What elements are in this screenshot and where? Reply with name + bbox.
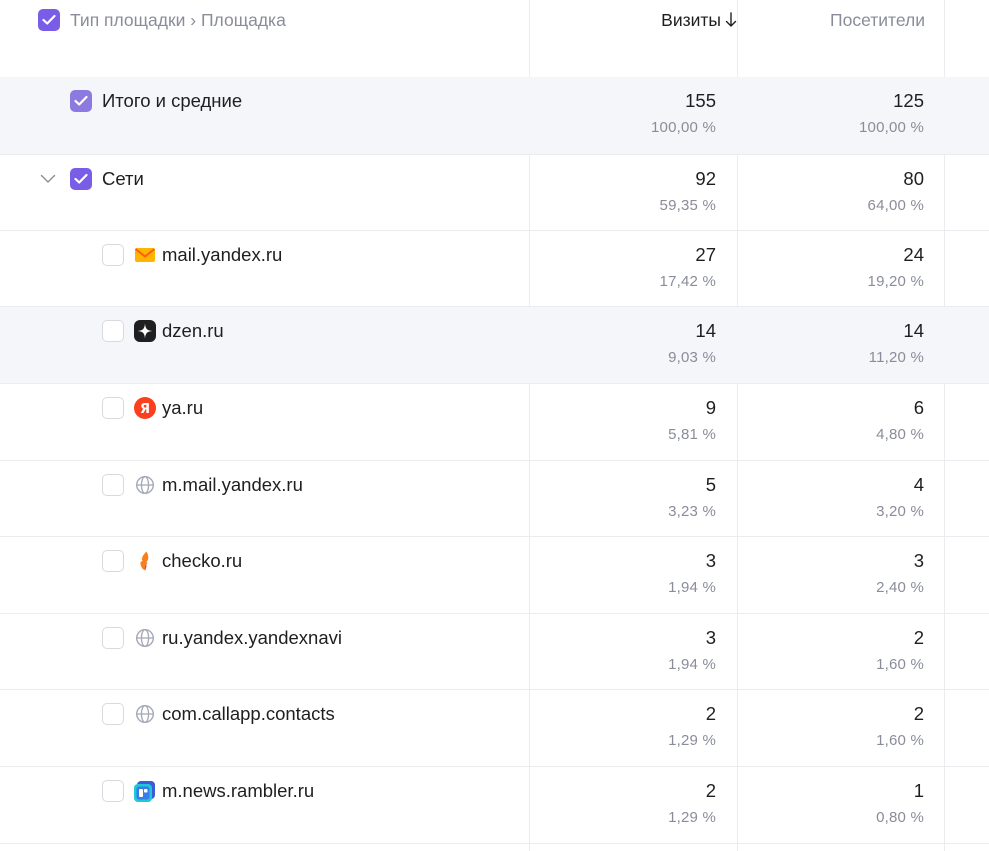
row-visits-pct: 9,03 % bbox=[668, 349, 716, 366]
total-row: Итого и средние 155 100,00 % 125 100,00 … bbox=[0, 77, 989, 155]
row-visits: 3 bbox=[705, 550, 716, 571]
select-all-checkbox[interactable] bbox=[38, 9, 60, 31]
mail-envelope-icon bbox=[134, 244, 156, 266]
row-visitors: 1 bbox=[913, 780, 924, 801]
row-visitors: 6 bbox=[913, 397, 924, 418]
row-visits: 2 bbox=[705, 780, 716, 801]
total-visits-pct: 100,00 % bbox=[651, 119, 716, 136]
row-visitors: 24 bbox=[903, 244, 924, 265]
row-visits: 2 bbox=[705, 703, 716, 724]
row-visits-pct: 1,94 % bbox=[668, 656, 716, 673]
row-visitors: 2 bbox=[913, 703, 924, 724]
total-checkbox[interactable] bbox=[70, 90, 92, 112]
row-checkbox[interactable] bbox=[102, 474, 124, 496]
row-visitors-pct: 0,80 % bbox=[876, 809, 924, 826]
total-visitors: 125 bbox=[893, 90, 924, 111]
row-visitors-pct: 11,20 % bbox=[868, 349, 924, 366]
globe-icon bbox=[134, 474, 156, 496]
rambler-news-icon bbox=[134, 780, 156, 802]
site-label[interactable]: ru.yandex.yandexnavi bbox=[162, 626, 342, 650]
row-visitors: 2 bbox=[913, 627, 924, 648]
row-checkbox[interactable] bbox=[102, 550, 124, 572]
check-icon bbox=[74, 173, 88, 184]
row-checkbox[interactable] bbox=[102, 780, 124, 802]
group-visitors-pct: 64,00 % bbox=[867, 197, 924, 214]
table-row: m.news.rambler.ru 2 1,29 % 1 0,80 % bbox=[0, 767, 989, 844]
row-visitors-pct: 1,60 % bbox=[876, 656, 924, 673]
checko-flame-icon bbox=[134, 550, 156, 572]
row-visits-pct: 5,81 % bbox=[668, 426, 716, 443]
table-row: com.callapp.contacts 2 1,29 % 2 1,60 % bbox=[0, 690, 989, 767]
row-checkbox[interactable] bbox=[102, 397, 124, 419]
total-visits: 155 bbox=[685, 90, 716, 111]
group-visits: 92 bbox=[695, 168, 716, 189]
site-label[interactable]: mail.yandex.ru bbox=[162, 243, 282, 267]
row-visitors: 14 bbox=[903, 320, 924, 341]
row-visits-pct: 1,94 % bbox=[668, 579, 716, 596]
site-label[interactable]: dzen.ru bbox=[162, 319, 224, 343]
row-visitors-pct: 2,40 % bbox=[876, 579, 924, 596]
table-header: Тип площадки › Площадка Визиты Посетител… bbox=[0, 0, 989, 76]
svg-text:Я: Я bbox=[140, 402, 150, 417]
table-row: ru.yandex.yandexnavi 3 1,94 % 2 1,60 % bbox=[0, 614, 989, 690]
site-label[interactable]: com.callapp.contacts bbox=[162, 702, 335, 726]
row-visitors-pct: 4,80 % bbox=[876, 426, 924, 443]
visitors-column-header[interactable]: Посетители bbox=[830, 9, 925, 31]
group-checkbox[interactable] bbox=[70, 168, 92, 190]
row-visits-pct: 17,42 % bbox=[659, 273, 716, 290]
group-label[interactable]: Сети bbox=[102, 167, 144, 191]
total-label: Итого и средние bbox=[102, 90, 243, 111]
row-visits-pct: 1,29 % bbox=[668, 732, 716, 749]
site-label[interactable]: checko.ru bbox=[162, 549, 242, 573]
table-row: mail.yandex.ru 27 17,42 % 24 19,20 % bbox=[0, 231, 989, 307]
table-row: dzen.ru 14 9,03 % 14 11,20 % bbox=[0, 307, 989, 384]
row-visitors-pct: 19,20 % bbox=[867, 273, 924, 290]
check-icon bbox=[74, 95, 88, 106]
row-visits: 27 bbox=[695, 244, 716, 265]
dzen-star-icon bbox=[134, 320, 156, 342]
row-visitors-pct: 1,60 % bbox=[876, 732, 924, 749]
row-visitors-pct: 3,20 % bbox=[876, 503, 924, 520]
dimension-header[interactable]: Тип площадки › Площадка bbox=[70, 9, 286, 31]
row-visits: 14 bbox=[695, 320, 716, 341]
row-visits-pct: 3,23 % bbox=[668, 503, 716, 520]
row-visits-pct: 1,29 % bbox=[668, 809, 716, 826]
chevron-down-icon[interactable] bbox=[40, 174, 56, 184]
total-visitors-pct: 100,00 % bbox=[859, 119, 924, 136]
table-row: checko.ru 3 1,94 % 3 2,40 % bbox=[0, 537, 989, 614]
visits-column-header[interactable]: Визиты bbox=[661, 9, 737, 31]
group-row: Сети 92 59,35 % 80 64,00 % bbox=[0, 155, 989, 231]
row-checkbox[interactable] bbox=[102, 703, 124, 725]
row-visits: 5 bbox=[705, 474, 716, 495]
site-label[interactable]: ya.ru bbox=[162, 396, 203, 420]
check-icon bbox=[42, 14, 56, 25]
table-row: m.mail.yandex.ru 5 3,23 % 4 3,20 % bbox=[0, 461, 989, 537]
row-checkbox[interactable] bbox=[102, 627, 124, 649]
row-checkbox[interactable] bbox=[102, 244, 124, 266]
yandex-logo-icon: Я bbox=[134, 397, 156, 419]
globe-icon bbox=[134, 703, 156, 725]
row-visitors: 3 bbox=[913, 550, 924, 571]
visits-header-label: Визиты bbox=[661, 10, 721, 30]
row-checkbox[interactable] bbox=[102, 320, 124, 342]
row-visitors: 4 bbox=[913, 474, 924, 495]
site-label[interactable]: m.news.rambler.ru bbox=[162, 779, 314, 803]
group-visitors: 80 bbox=[903, 168, 924, 189]
site-label[interactable]: m.mail.yandex.ru bbox=[162, 473, 303, 497]
group-visits-pct: 59,35 % bbox=[659, 197, 716, 214]
row-visits: 9 bbox=[705, 397, 716, 418]
row-visits: 3 bbox=[705, 627, 716, 648]
sort-descending-icon bbox=[725, 12, 737, 27]
table-row: Я ya.ru 9 5,81 % 6 4,80 % bbox=[0, 384, 989, 461]
globe-icon bbox=[134, 627, 156, 649]
